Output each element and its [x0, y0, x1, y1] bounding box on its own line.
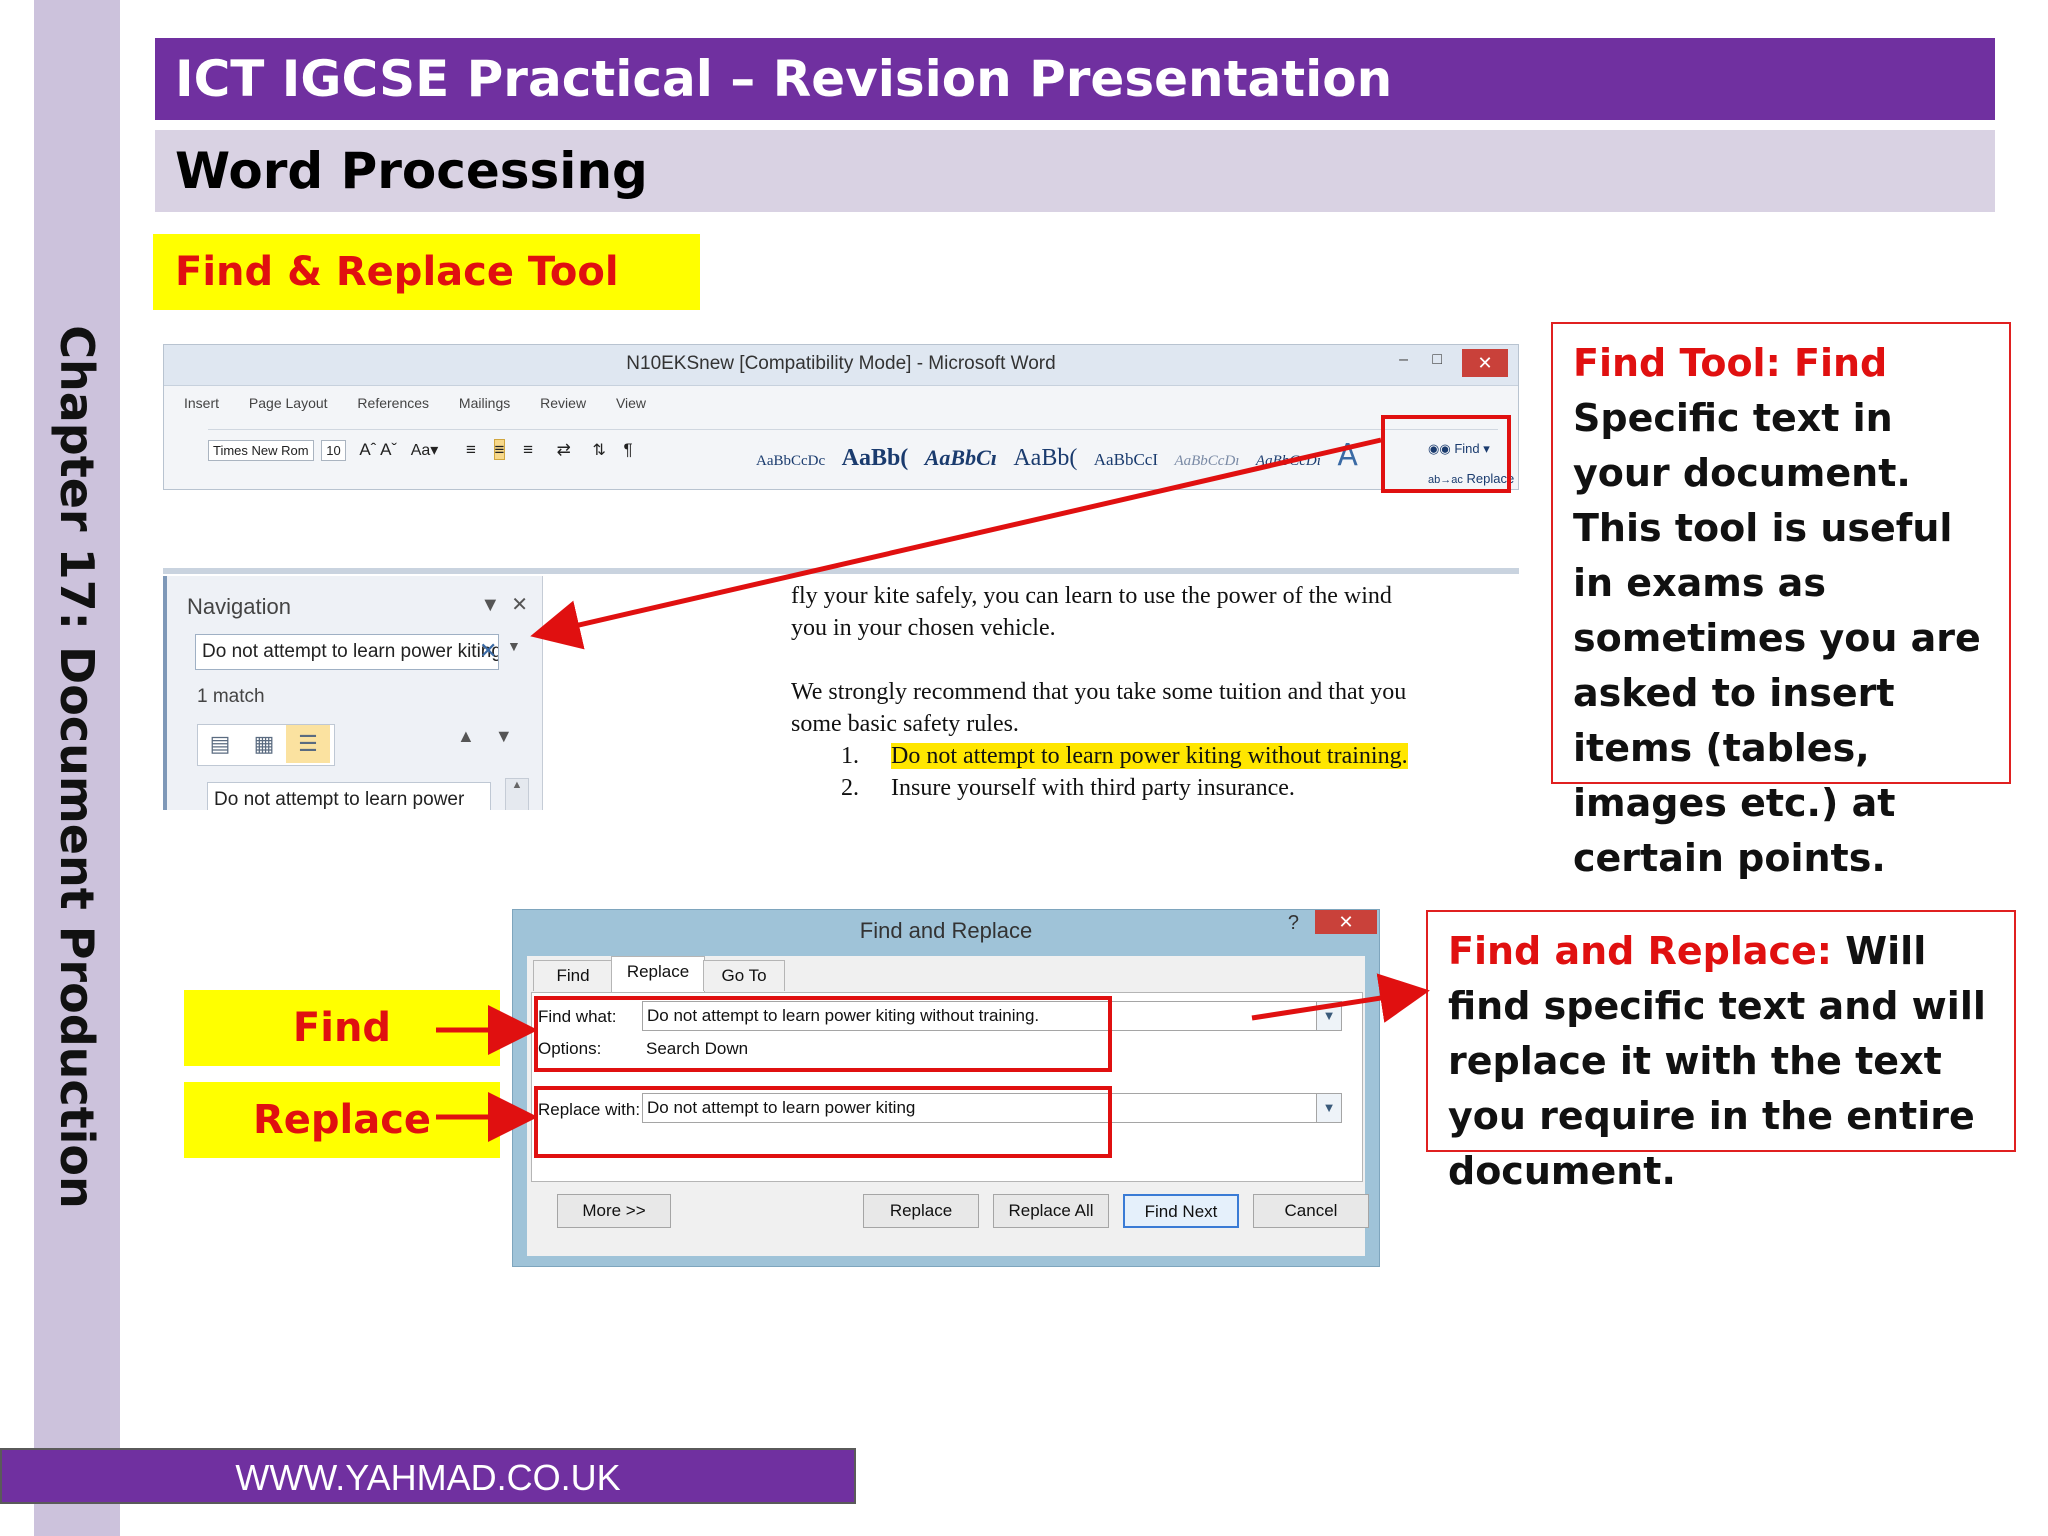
arrows-overlay — [436, 437, 1430, 1142]
arrow-to-navigation — [530, 437, 1382, 650]
arrow-to-replace-callout — [1251, 973, 1430, 1023]
footer-url[interactable]: WWW.YAHMAD.CO.UK — [0, 1448, 856, 1504]
